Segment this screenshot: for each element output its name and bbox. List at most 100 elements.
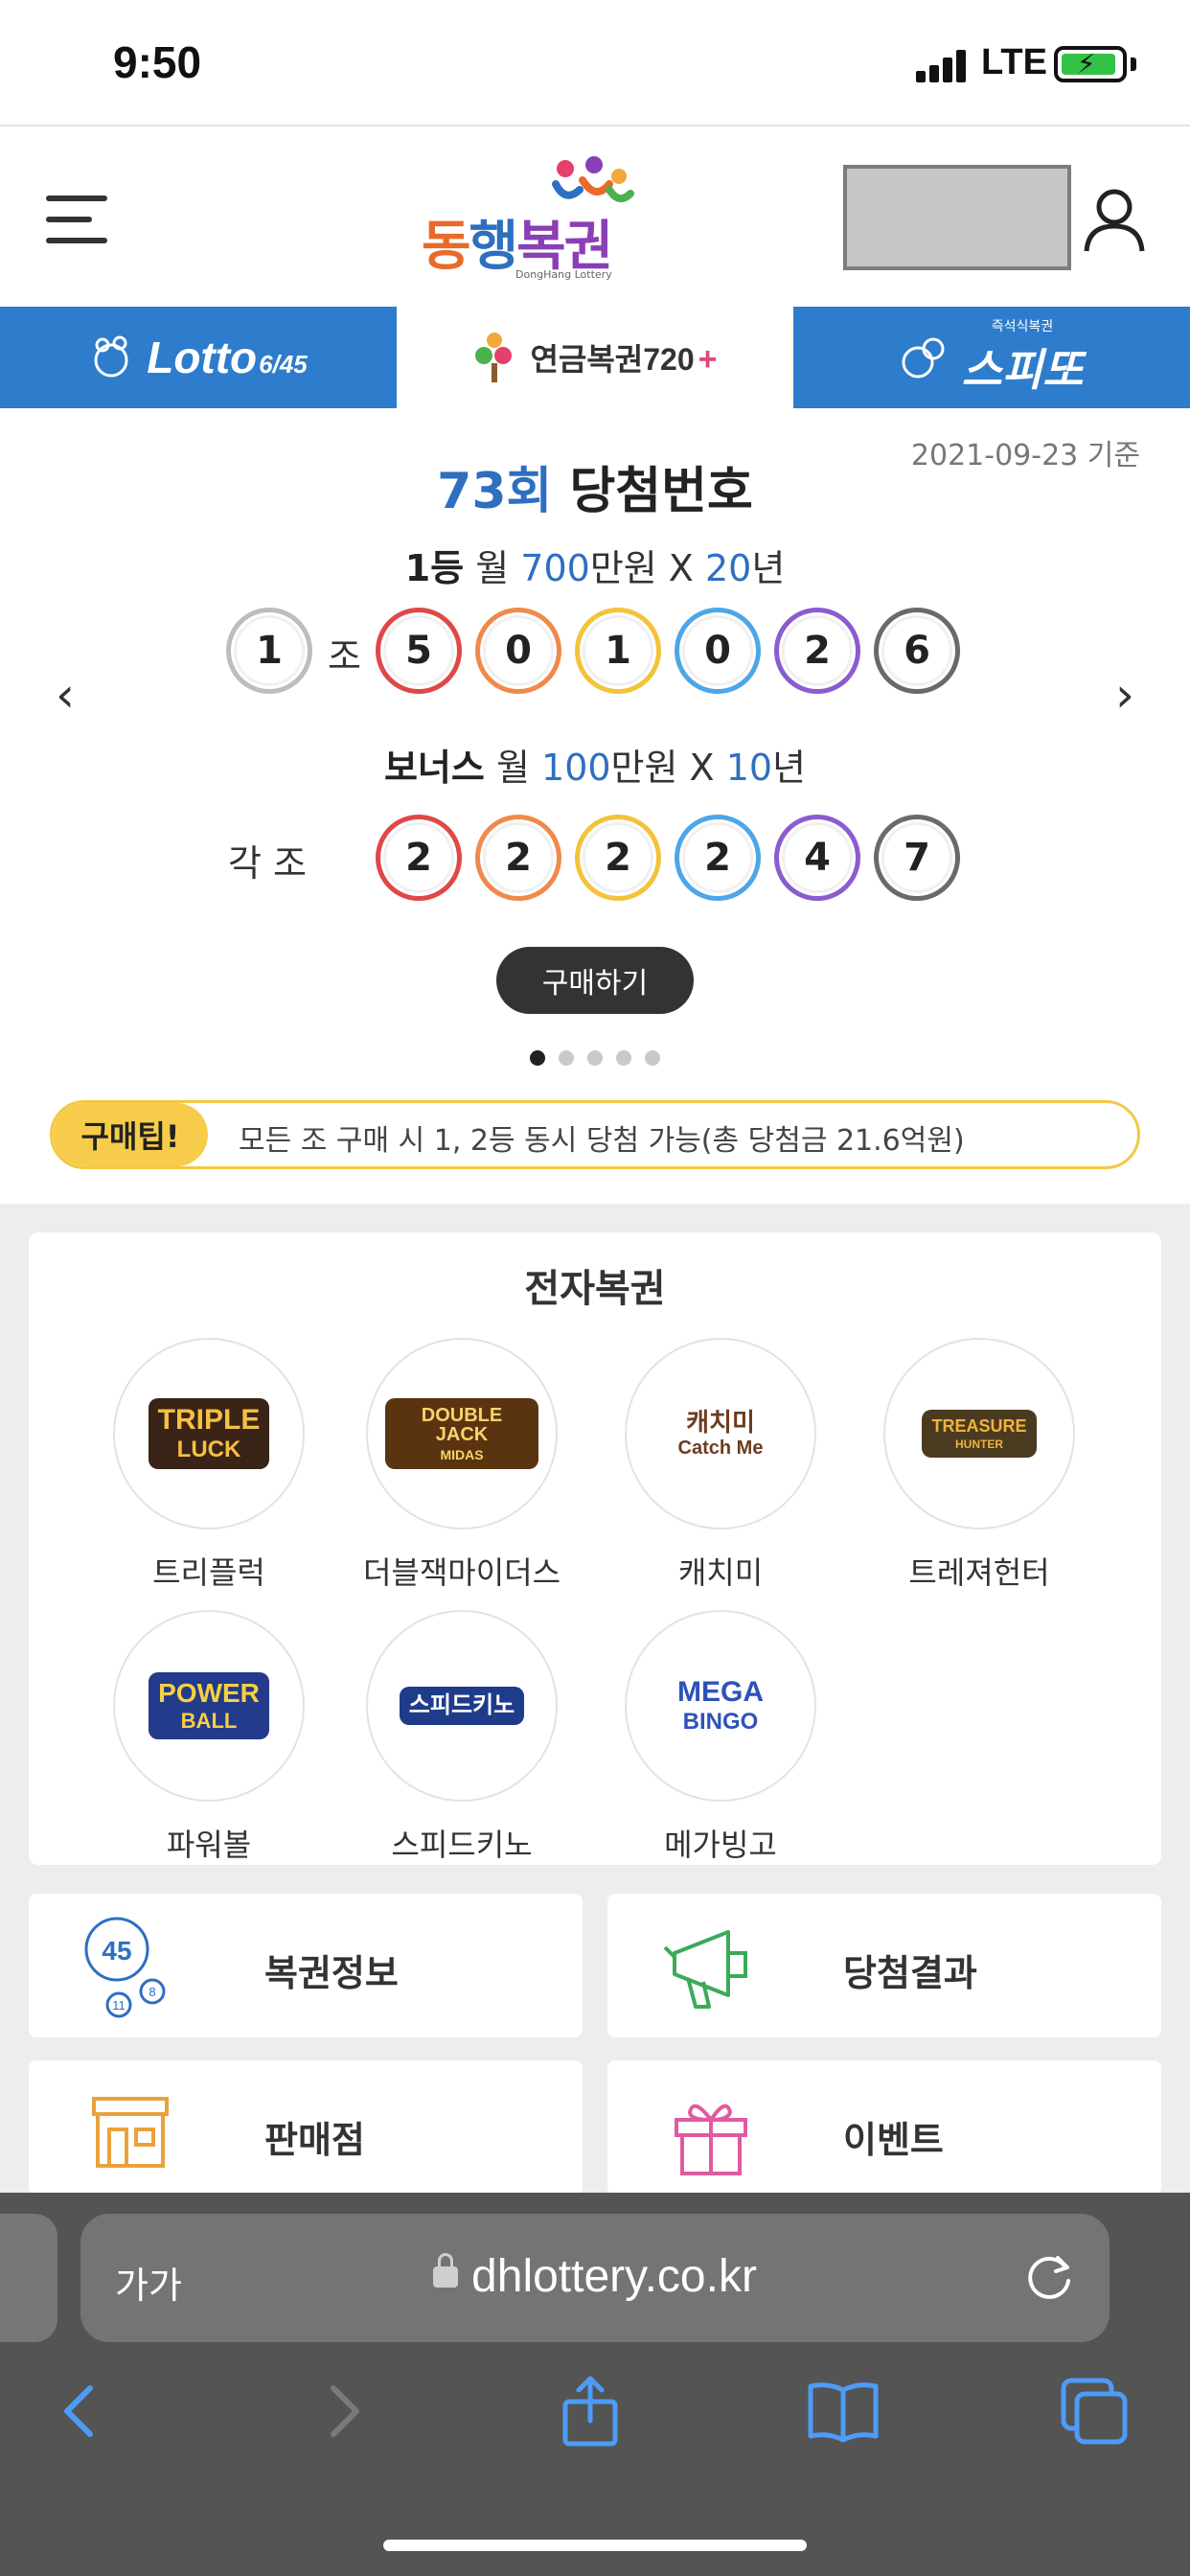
tab-pension720[interactable]: 연금복권720 +: [397, 307, 793, 408]
lotto-balls-icon: [94, 335, 128, 378]
lottery-info-label: 복권정보: [264, 1952, 399, 1994]
store-icon: [82, 2082, 188, 2187]
game-label: 더블잭마이더스: [362, 1554, 561, 1591]
game-logo: MEGA BINGO: [668, 1670, 773, 1741]
game-tile[interactable]: MEGA BINGO 메가빙고: [601, 1610, 840, 1865]
first-prize-numbers: 1 조 501026: [0, 608, 1190, 696]
address-bar[interactable]: 가가 dhlottery.co.kr: [80, 2214, 1110, 2342]
tab-speetto[interactable]: 즉석식복권 스피또: [793, 307, 1190, 408]
bonus-number-ball: 4: [774, 815, 860, 901]
game-label: 트레져헌터: [908, 1554, 1050, 1591]
game-label: 캐치미: [677, 1554, 764, 1591]
tab-lotto645[interactable]: Lotto6/45: [0, 307, 397, 408]
home-indicator: [383, 2540, 807, 2551]
game-logo: 스피드키노: [399, 1687, 525, 1725]
carousel-dot[interactable]: [616, 1050, 631, 1066]
logo-subtitle: DongHang Lottery: [515, 268, 612, 281]
network-type: LTE: [981, 42, 1047, 82]
game-logo: POWER BALL: [149, 1672, 269, 1739]
donghang-logo[interactable]: 동행복권 DongHang Lottery: [422, 155, 652, 281]
speetto-coins-icon: [902, 337, 945, 379]
bonus-group-label: 각 조: [228, 842, 307, 885]
game-tile[interactable]: DOUBLE JACK MIDAS 더블잭마이더스: [342, 1338, 582, 1593]
gift-icon: [661, 2082, 767, 2187]
ad-placeholder: [843, 165, 1071, 270]
status-time: 9:50: [113, 37, 202, 87]
game-logo-icon: MEGA BINGO: [625, 1610, 816, 1802]
bonus-number-ball: 2: [575, 815, 661, 901]
first-prize-number-ball: 0: [475, 608, 561, 694]
game-logo-icon: TRIPLE LUCK: [113, 1338, 305, 1530]
status-bar: 9:50 LTE ⚡: [0, 0, 1190, 125]
reload-icon[interactable]: [1018, 2246, 1081, 2310]
tip-badge: 구매팁!: [53, 1103, 208, 1166]
share-icon[interactable]: [552, 2373, 629, 2450]
buy-button[interactable]: 구매하기: [496, 947, 694, 1014]
game-logo: 캐치미 Catch Me: [668, 1402, 773, 1465]
carousel-dot[interactable]: [587, 1050, 603, 1066]
previous-tab-preview[interactable]: [0, 2214, 57, 2342]
back-icon[interactable]: [46, 2373, 123, 2450]
lottery-type-tabs: Lotto6/45 연금복권720 + 즉석식복권 스피또: [0, 307, 1190, 408]
game-logo-icon: TREASURE HUNTER: [883, 1338, 1075, 1530]
stores-button[interactable]: 판매점: [29, 2060, 583, 2195]
first-prize-number-ball: 1: [575, 608, 661, 694]
lottery-info-button[interactable]: 45 11 8 복권정보: [29, 1894, 583, 2037]
hamburger-menu-icon[interactable]: [46, 196, 107, 247]
game-logo: DOUBLE JACK MIDAS: [385, 1398, 538, 1469]
bonus-number-ball: 2: [675, 815, 761, 901]
prev-draw-arrow[interactable]: ‹: [46, 671, 84, 719]
purchase-tip-banner: 구매팁! 모든 조 구매 시 1, 2등 동시 당첨 가능(총 당첨금 21.6…: [50, 1100, 1140, 1169]
game-logo-icon: DOUBLE JACK MIDAS: [366, 1338, 558, 1530]
events-button[interactable]: 이벤트: [607, 2060, 1161, 2195]
game-tile[interactable]: TRIPLE LUCK 트리플럭: [89, 1338, 329, 1593]
e-lottery-title: 전자복권: [524, 1267, 666, 1311]
cellular-signal-icon: [916, 50, 970, 82]
tabs-icon[interactable]: [1056, 2373, 1133, 2450]
game-label: 메가빙고: [664, 1827, 777, 1863]
lock-icon: [433, 2253, 459, 2288]
game-logo: TRIPLE LUCK: [148, 1398, 270, 1469]
carousel-dot[interactable]: [530, 1050, 545, 1066]
battery-icon: ⚡: [1054, 46, 1127, 82]
game-logo-icon: 스피드키노: [366, 1610, 558, 1802]
bonus-numbers: 각 조 222247: [0, 815, 1190, 903]
bonus-prize-info: 보너스 월 100만원 X 10년: [383, 747, 807, 789]
svg-text:45: 45: [102, 1936, 131, 1966]
game-tile[interactable]: 캐치미 Catch Me 캐치미: [601, 1338, 840, 1593]
stores-label: 판매점: [264, 2119, 365, 2161]
game-label: 파워볼: [166, 1827, 252, 1863]
results-button[interactable]: 당첨결과: [607, 1894, 1161, 2037]
carousel-dot[interactable]: [559, 1050, 574, 1066]
svg-text:8: 8: [149, 1985, 155, 1999]
e-lottery-card: 전자복권 TRIPLE LUCK 트리플럭 DOUBLE JACK MIDAS 더블잭마이…: [29, 1232, 1161, 1865]
game-label: 스피드키노: [391, 1827, 533, 1863]
game-label: 트리플럭: [152, 1554, 265, 1591]
tip-text: 모든 조 구매 시 1, 2등 동시 당첨 가능(총 당첨금 21.6억원): [239, 1124, 965, 1158]
battery-tip: [1131, 58, 1136, 71]
user-account-icon[interactable]: [1081, 186, 1148, 253]
bookmarks-icon[interactable]: [805, 2373, 881, 2450]
game-logo-icon: POWER BALL: [113, 1610, 305, 1802]
svg-text:11: 11: [112, 1998, 126, 2012]
next-draw-arrow[interactable]: ›: [1106, 671, 1144, 719]
megaphone-icon: [661, 1915, 767, 2020]
first-prize-number-ball: 5: [376, 608, 462, 694]
bonus-number-ball: 2: [475, 815, 561, 901]
first-prize-number-ball: 0: [675, 608, 761, 694]
carousel-dot[interactable]: [645, 1050, 660, 1066]
first-prize-number-ball: 2: [774, 608, 860, 694]
game-logo-icon: 캐치미 Catch Me: [625, 1338, 816, 1530]
game-tile[interactable]: POWER BALL 파워볼: [89, 1610, 329, 1865]
draw-title: 73회 당첨번호: [437, 463, 753, 520]
first-prize-number-ball: 6: [874, 608, 960, 694]
game-tile[interactable]: 스피드키노 스피드키노: [342, 1610, 582, 1865]
forward-icon[interactable]: [303, 2373, 379, 2450]
carousel-pagination: [0, 1050, 1190, 1070]
results-label: 당첨결과: [843, 1952, 977, 1994]
game-tile[interactable]: TREASURE HUNTER 트레져헌터: [859, 1338, 1099, 1593]
url-text: dhlottery.co.kr: [80, 2250, 1110, 2303]
game-logo: TREASURE HUNTER: [922, 1410, 1037, 1458]
lottery-balls-icon: 45 11 8: [82, 1915, 188, 2020]
group-number-ball: 1: [226, 608, 312, 694]
